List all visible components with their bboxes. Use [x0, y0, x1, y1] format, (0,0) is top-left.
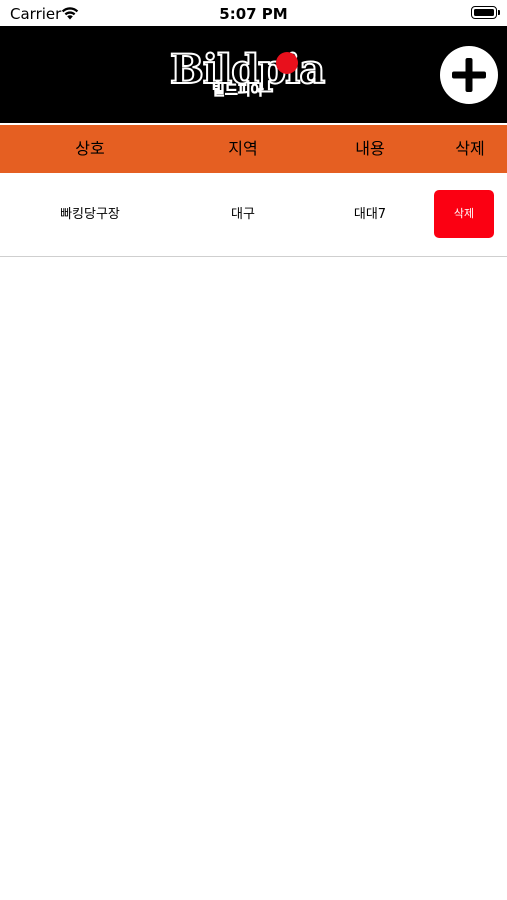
app-header: Bildpia 빌드피아: [0, 26, 507, 123]
column-header-region: 지역: [228, 139, 258, 158]
clock: 5:07 PM: [219, 5, 288, 23]
add-button[interactable]: [440, 46, 498, 104]
logo-korean-text: 빌드피아: [212, 83, 264, 100]
row-content: 대대7: [353, 207, 387, 222]
plus-icon: [452, 58, 486, 92]
delete-button[interactable]: 삭제: [434, 190, 494, 238]
column-header-delete: 삭제: [455, 139, 485, 158]
column-header-name: 상호: [75, 139, 105, 158]
row-name: 빠킹당구장: [60, 207, 120, 222]
table-header: 상호 지역 내용 삭제: [0, 125, 507, 173]
logo-red-dot: [276, 52, 298, 74]
column-header-content: 내용: [355, 139, 385, 158]
row-region: 대구: [231, 207, 255, 222]
bildpia-logo: Bildpia 빌드피아: [169, 45, 340, 104]
battery-icon: [471, 6, 500, 19]
status-bar: Carrier 5:07 PM: [0, 0, 507, 26]
table-row: 빠킹당구장 대구 대대7 삭제: [0, 173, 507, 257]
